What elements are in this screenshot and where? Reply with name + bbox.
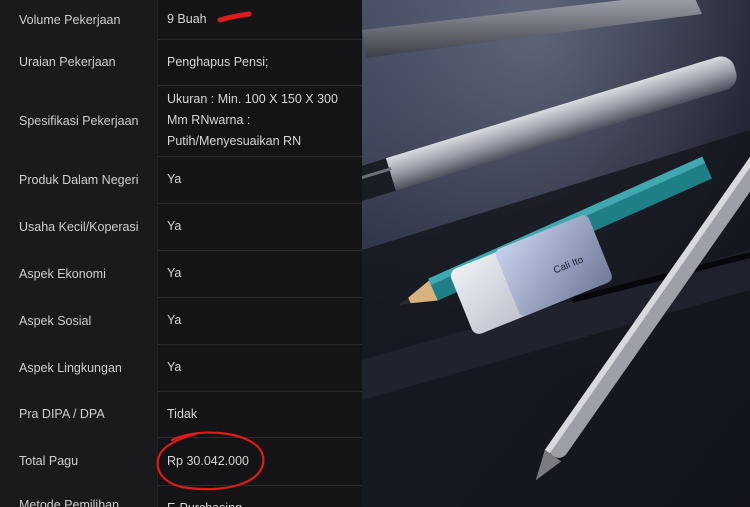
table-row: Aspek Ekonomi Ya — [0, 250, 362, 298]
table-row: Uraian Pekerjaan Penghapus Pensi; — [0, 39, 362, 86]
table-row: Pra DIPA / DPA Tidak — [0, 391, 362, 438]
row-value: Ya — [167, 360, 182, 374]
row-value: Ya — [167, 172, 182, 186]
table-row: Spesifikasi Pekerjaan Ukuran : Min. 100 … — [0, 85, 362, 157]
table-row: Aspek Lingkungan Ya — [0, 344, 362, 392]
row-label: Usaha Kecil/Koperasi — [0, 203, 158, 250]
row-value: Ya — [167, 266, 182, 280]
row-label: Pra DIPA / DPA — [0, 391, 158, 437]
table-row: Usaha Kecil/Koperasi Ya — [0, 203, 362, 251]
table-row: Aspek Sosial Ya — [0, 297, 362, 345]
row-value: Penghapus Pensi; — [167, 54, 269, 69]
table-row: Total Pagu Rp 30.042.000 — [0, 437, 362, 486]
row-label: Produk Dalam Negeri — [0, 156, 158, 203]
row-value: Ya — [167, 219, 182, 233]
stationery-photo: Cali Ito — [362, 0, 750, 507]
row-label: Total Pagu — [0, 437, 158, 485]
table-row: Produk Dalam Negeri Ya — [0, 156, 362, 204]
row-label: Volume Pekerjaan — [0, 0, 158, 39]
table-row: Metode Pemilihan E-Purchasing — [0, 485, 362, 507]
procurement-detail-table: Volume Pekerjaan 9 Buah Uraian Pekerjaan… — [0, 0, 362, 507]
row-label: Aspek Sosial — [0, 297, 158, 344]
table-row: Volume Pekerjaan 9 Buah — [0, 0, 362, 40]
row-value: Ukuran : Min. 100 X 150 X 300 Mm RNwarna… — [167, 92, 338, 148]
row-value: Ya — [167, 313, 182, 327]
row-label: Uraian Pekerjaan — [0, 39, 158, 85]
row-label: Aspek Ekonomi — [0, 250, 158, 297]
row-label: Spesifikasi Pekerjaan — [0, 85, 158, 156]
row-value: Tidak — [167, 406, 198, 421]
row-value: 9 Buah — [167, 12, 207, 26]
row-label: Aspek Lingkungan — [0, 344, 158, 391]
row-label: Metode Pemilihan — [0, 485, 158, 507]
row-value: E-Purchasing — [158, 485, 362, 507]
row-value: Rp 30.042.000 — [167, 453, 250, 468]
